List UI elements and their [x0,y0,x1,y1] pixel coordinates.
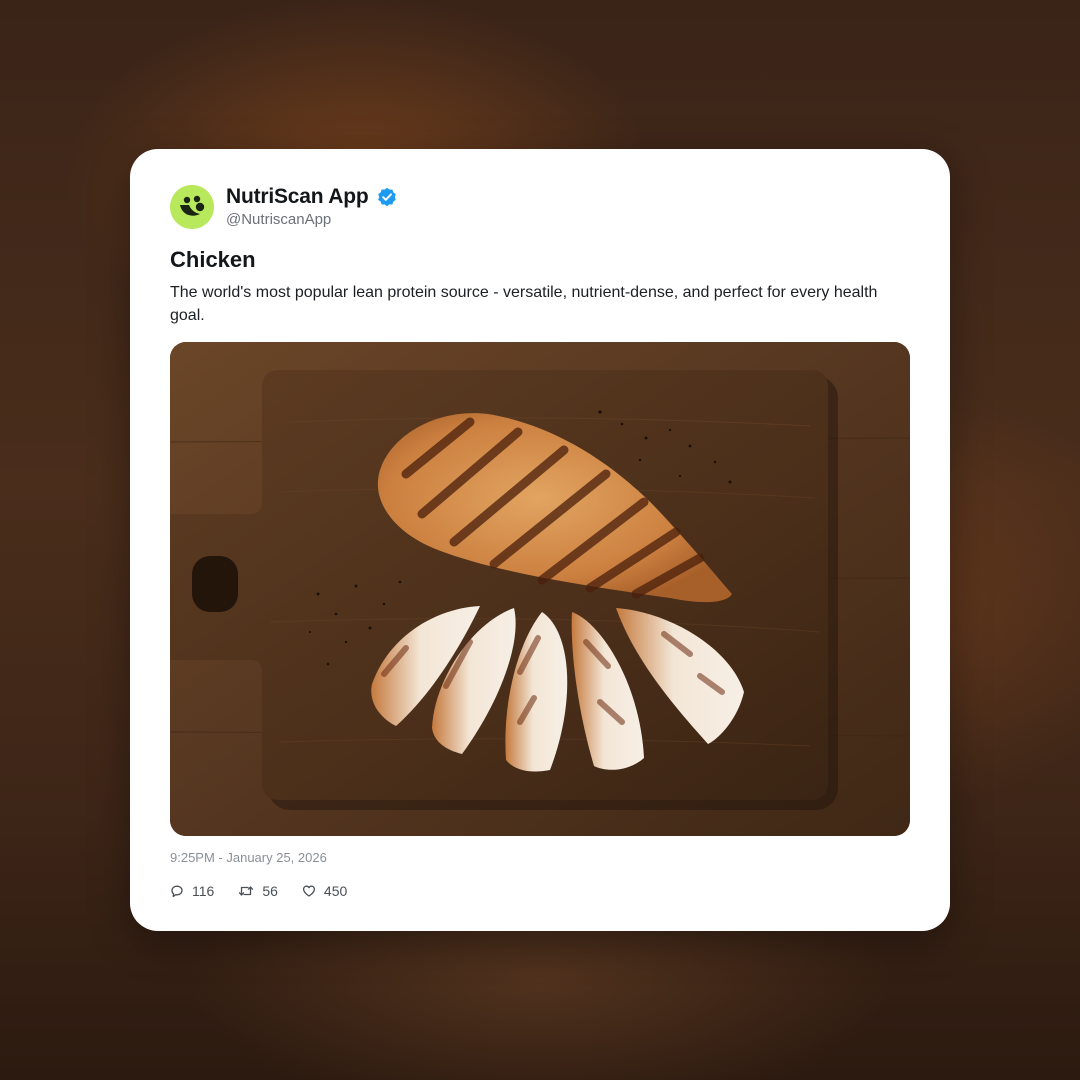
retweet-button[interactable]: 56 [238,883,278,899]
verified-badge-icon [378,187,396,207]
reply-count: 116 [192,883,215,899]
reply-button[interactable]: 116 [170,883,214,899]
reply-icon [171,885,183,898]
post-card: NutriScan App @NutriscanApp Chicken The … [130,149,950,931]
heart-icon [302,885,315,897]
like-count: 450 [323,883,348,899]
post-title: Chicken [170,247,256,272]
retweet-count: 56 [262,883,278,899]
retweet-icon [239,886,254,896]
like-button[interactable]: 450 [302,883,347,899]
chicken-photo[interactable] [170,342,910,836]
engagement-bar: 116 56 450 [170,881,371,901]
author-handle[interactable]: @NutriscanApp [226,211,331,228]
post-body: The world's most popular lean protein so… [170,284,878,324]
post-timestamp[interactable]: 9:25PM - January 25, 2026 [170,850,327,865]
display-name[interactable]: NutriScan App [226,185,369,209]
nutriscan-logo-icon[interactable] [170,185,214,229]
